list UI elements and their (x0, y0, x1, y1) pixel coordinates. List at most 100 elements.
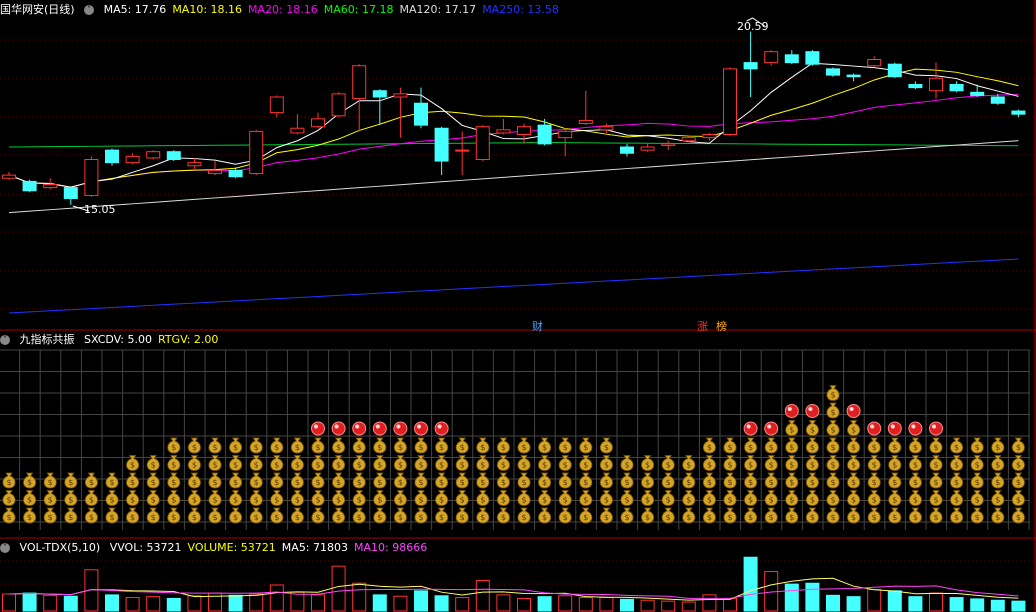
money-bag-icon: $ (830, 426, 835, 435)
money-bag-icon: $ (995, 478, 1000, 487)
volume-label-3: MA10: 98666 (354, 541, 428, 554)
money-bag-icon: $ (212, 478, 217, 487)
candle-body (146, 151, 161, 159)
money-bag-icon: $ (192, 513, 197, 522)
money-bag-icon: $ (954, 443, 959, 452)
indicator-panel-header: ˅ 九指标共振 SXCDV: 5.00 RTGV: 2.00 (0, 332, 230, 348)
red-ball-icon (784, 404, 799, 418)
money-bag-icon: $ (151, 496, 156, 505)
red-ball-icon (417, 424, 421, 429)
money-bag-icon: $ (315, 478, 320, 487)
money-bag-icon: $ (810, 513, 815, 522)
money-bag-icon: $ (769, 478, 774, 487)
volume-bar (517, 597, 531, 612)
candle-body (475, 126, 490, 160)
money-bag-icon: $ (254, 496, 259, 505)
red-ball-icon (870, 424, 875, 429)
money-bag-icon: $ (109, 496, 114, 505)
money-bag-icon: $ (624, 461, 629, 470)
money-bag-icon: $ (254, 513, 259, 522)
candle-body (105, 149, 119, 164)
money-bag-icon: $ (295, 478, 300, 487)
money-bag-icon: $ (686, 496, 691, 505)
volume-bar (146, 596, 161, 612)
money-bag-icon: $ (460, 513, 465, 522)
volume-bar (496, 594, 511, 612)
money-bag-icon: $ (357, 513, 362, 522)
money-bag-icon: $ (542, 513, 547, 522)
event-tag-ranking[interactable]: 榜 (716, 318, 727, 334)
candle-body (764, 51, 779, 64)
money-bag-icon: $ (686, 461, 691, 470)
red-ball-icon (890, 424, 895, 429)
money-bag-icon: $ (212, 443, 217, 452)
money-bag-icon: $ (439, 478, 444, 487)
money-bag-icon: $ (542, 496, 547, 505)
money-bag-icon: $ (336, 496, 341, 505)
money-bag-icon: $ (810, 461, 815, 470)
volume-bar (22, 592, 37, 612)
candle-body (517, 126, 531, 135)
money-bag-icon: $ (933, 513, 938, 522)
red-ball-icon (393, 421, 408, 436)
candle-body (455, 149, 470, 152)
money-bag-icon: $ (521, 478, 526, 487)
money-bag-icon: $ (851, 426, 856, 435)
money-bag-icon: $ (1016, 443, 1021, 452)
money-bag-icon: $ (439, 461, 444, 470)
money-bag-icon: $ (830, 513, 835, 522)
money-bag-icon: $ (624, 513, 629, 522)
money-bag-icon: $ (130, 478, 135, 487)
money-bag-icon: $ (48, 496, 53, 505)
chevron-down-icon[interactable]: ˅ (0, 543, 10, 553)
candle-body (84, 159, 99, 196)
red-ball-icon (929, 421, 943, 436)
indicator-param-0: SXCDV: 5.00 (84, 333, 152, 346)
money-bag-icon: $ (624, 496, 629, 505)
money-bag-icon: $ (480, 513, 485, 522)
money-bag-icon: $ (274, 478, 279, 487)
money-bag-icon: $ (377, 478, 382, 487)
money-bag-icon: $ (357, 496, 362, 505)
event-tag-limit-up[interactable]: 涨 (697, 318, 708, 334)
money-bag-icon: $ (130, 461, 135, 470)
money-bag-icon: $ (89, 478, 94, 487)
volume-bar (887, 590, 902, 612)
red-ball-icon (414, 421, 428, 436)
chevron-down-icon[interactable]: ˅ (0, 335, 10, 345)
ma20-line (8, 94, 1019, 188)
red-ball-icon (887, 421, 902, 436)
volume-bar (63, 595, 78, 612)
red-ball-icon (808, 407, 813, 411)
money-bag-icon: $ (686, 478, 691, 487)
money-bag-icon: $ (357, 443, 362, 452)
volume-bar (702, 594, 717, 612)
money-bag-icon: $ (604, 478, 609, 487)
red-ball-icon (352, 421, 367, 436)
money-bag-icon: $ (954, 478, 959, 487)
candle-body (599, 126, 614, 131)
candle-body (290, 127, 305, 134)
money-bag-icon: $ (913, 513, 918, 522)
money-bag-icon: $ (377, 513, 382, 522)
money-bag-icon: $ (892, 443, 897, 452)
money-bag-icon: $ (789, 443, 794, 452)
money-bag-icon: $ (233, 496, 238, 505)
money-bag-icon: $ (851, 461, 856, 470)
volume-bar (537, 596, 552, 612)
money-bag-icon: $ (460, 478, 465, 487)
money-bag-icon: $ (398, 496, 403, 505)
money-bag-icon: $ (892, 478, 897, 487)
candle-body (43, 184, 58, 189)
money-bag-icon: $ (315, 461, 320, 470)
money-bag-icon: $ (583, 513, 588, 522)
money-bag-icon: $ (501, 513, 506, 522)
money-bag-icon: $ (913, 478, 918, 487)
candle-body (640, 146, 655, 151)
money-bag-icon: $ (295, 461, 300, 470)
money-bag-icon: $ (686, 513, 691, 522)
money-bag-icon: $ (995, 461, 1000, 470)
money-bag-icon: $ (501, 443, 506, 452)
candle-body (311, 118, 325, 128)
event-tag-finance[interactable]: 财 (532, 318, 543, 334)
